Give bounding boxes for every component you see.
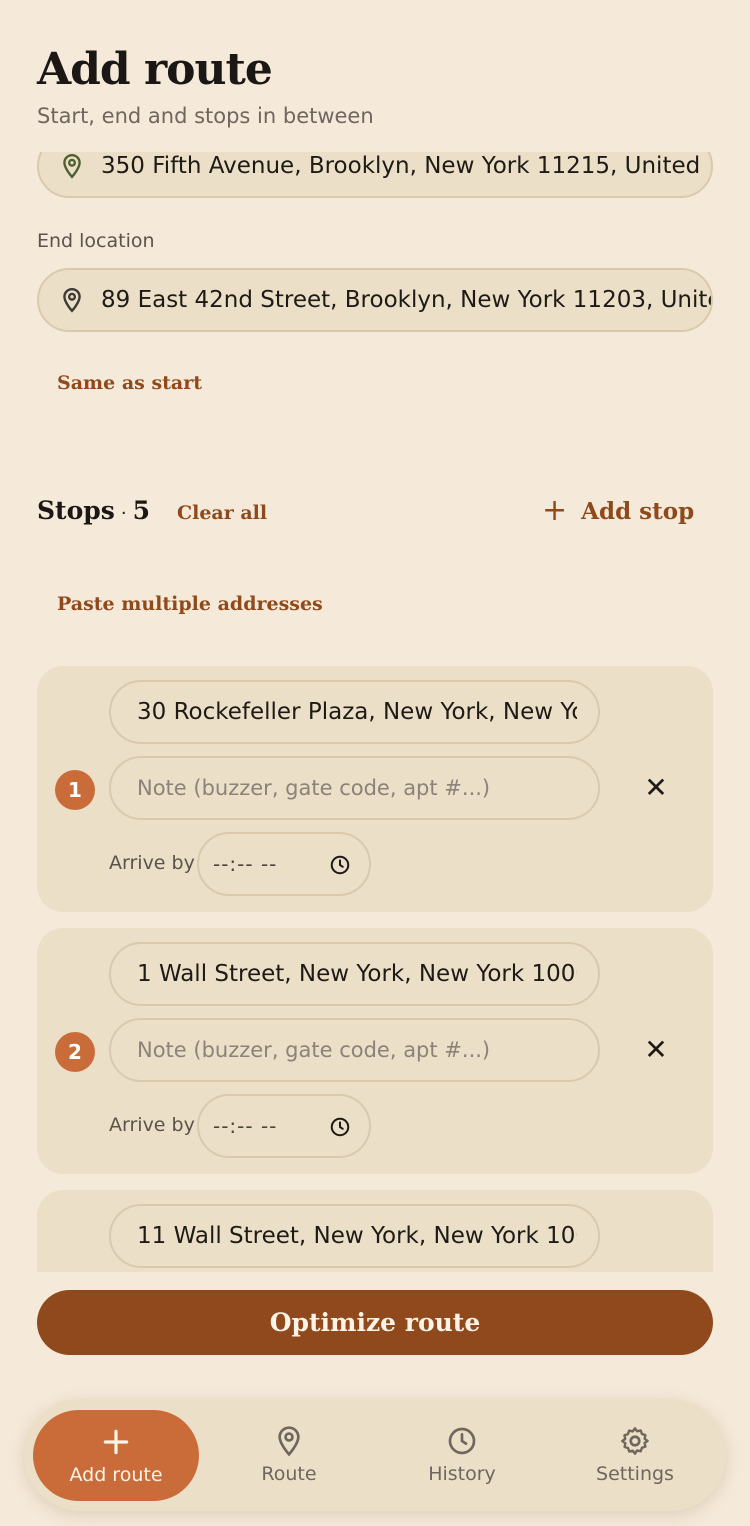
stop-address-field[interactable]: 11 Wall Street, New York, New York 10005 [109,1204,600,1268]
stop-address-field[interactable]: 30 Rockefeller Plaza, New York, New York… [109,680,600,744]
end-location-field[interactable]: 89 East 42nd Street, Brooklyn, New York … [37,268,713,332]
nav-item-settings[interactable]: Settings [552,1399,718,1511]
close-icon[interactable]: ✕ [641,771,671,804]
route-form[interactable]: 350 Fifth Avenue, Brooklyn, New York 112… [0,152,750,1272]
location-pin-icon [63,287,81,313]
same-as-start-button[interactable]: Same as start [57,372,202,394]
paste-multiple-button[interactable]: Paste multiple addresses [57,593,323,615]
stop-card: 1 Wall Street, New York, New York 10005 … [37,928,713,1174]
clock-icon [330,855,350,875]
arrive-by-label: Arrive by [109,852,195,874]
stop-note-field[interactable]: Note (buzzer, gate code, apt #...) [109,1018,600,1082]
stop-number-badge: 1 [55,770,95,810]
clock-icon [330,1117,350,1137]
clock-icon [448,1427,476,1455]
page-title: Add route [37,44,273,95]
start-location-field[interactable]: 350 Fifth Avenue, Brooklyn, New York 112… [37,152,713,198]
stop-card: 11 Wall Street, New York, New York 10005 [37,1190,713,1272]
end-location-label: End location [37,230,155,252]
nav-label: Route [261,1463,317,1485]
start-location-value: 350 Fifth Avenue, Brooklyn, New York 112… [101,153,701,179]
add-stop-button[interactable]: + Add stop [542,496,694,526]
nav-label: Settings [596,1463,674,1485]
bottom-nav: Add route Route History Settings [24,1399,726,1511]
arrive-time-input[interactable]: --:-- -- [197,832,371,896]
end-location-value: 89 East 42nd Street, Brooklyn, New York … [101,287,711,313]
location-pin-icon [278,1426,300,1457]
nav-label: Add route [69,1463,163,1486]
add-stop-label: Add stop [581,497,695,525]
clear-all-button[interactable]: Clear all [177,502,267,524]
arrive-by-label: Arrive by [109,1114,195,1136]
arrive-time-value: --:-- -- [213,1114,278,1138]
page-subtitle: Start, end and stops in between [37,104,374,128]
plus-icon: + [542,493,568,528]
arrive-time-input[interactable]: --:-- -- [197,1094,371,1158]
stops-heading-label: Stops [37,496,115,525]
optimize-route-button[interactable]: Optimize route [37,1290,713,1355]
stop-number-badge: 2 [55,1032,95,1072]
stop-note-field[interactable]: Note (buzzer, gate code, apt #...) [109,756,600,820]
nav-item-add-route[interactable]: Add route [33,1410,199,1501]
stops-heading: Stops · 5 [37,496,150,525]
nav-item-route[interactable]: Route [206,1399,372,1511]
location-pin-icon [63,153,81,179]
nav-item-history[interactable]: History [379,1399,545,1511]
close-icon[interactable]: ✕ [641,1033,671,1066]
gear-icon [621,1427,649,1455]
stop-card: 30 Rockefeller Plaza, New York, New York… [37,666,713,912]
arrive-time-value: --:-- -- [213,852,278,876]
stop-address-field[interactable]: 1 Wall Street, New York, New York 10005 [109,942,600,1006]
stops-count: 5 [132,496,150,525]
nav-label: History [428,1463,496,1485]
plus-icon [103,1429,129,1454]
